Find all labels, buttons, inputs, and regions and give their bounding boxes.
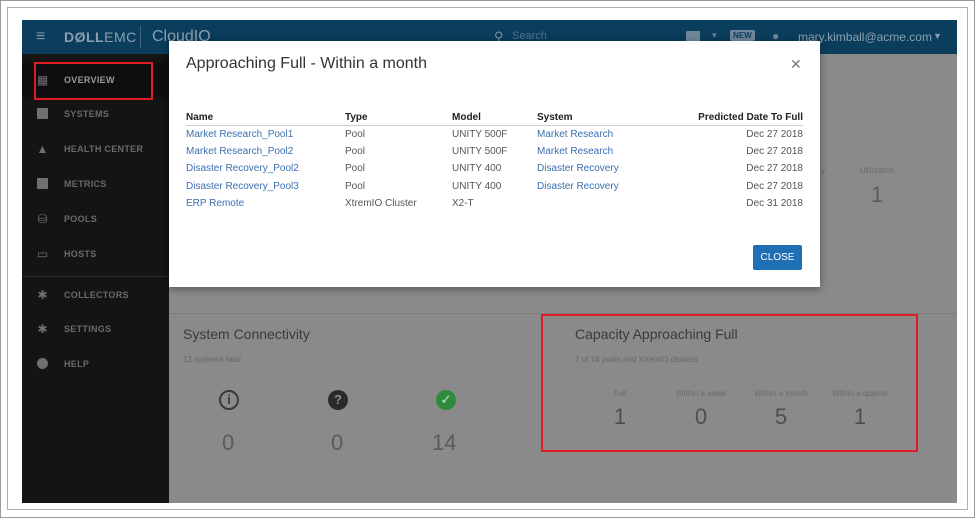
sidebar-item-hosts[interactable]: ▭ HOSTS [22,237,169,271]
sidebar-item-label: SETTINGS [64,324,112,334]
predicted-date-cell: Dec 27 2018 [746,163,803,175]
table-row: Market Research_Pool2 Pool UNITY 500F Ma… [186,143,803,161]
overview-highlight-box [34,62,153,100]
sidebar-item-label: COLLECTORS [64,290,129,300]
predicted-date-cell: Dec 27 2018 [746,128,803,140]
system-link[interactable]: Market Research [537,143,677,161]
modal-title: Approaching Full - Within a month [186,55,427,72]
approaching-full-modal: Approaching Full - Within a month ✕ Name… [169,41,820,287]
systems-icon [36,108,49,121]
sidebar-item-systems[interactable]: SYSTEMS [22,97,169,131]
chart-icon [36,178,49,191]
help-icon [36,358,49,371]
column-header-system[interactable]: System [537,111,677,126]
sidebar-item-label: HELP [64,359,90,369]
close-button[interactable]: CLOSE [753,245,802,270]
gear-icon: ✱ [37,322,48,336]
utilization-label: Utilization [860,166,895,175]
sidebar-item-metrics[interactable]: METRICS [22,167,169,201]
column-header-name[interactable]: Name [186,111,345,126]
brand-logo: DØLLEMC [64,29,137,45]
table-row: ERP Remote XtremIO Cluster X2-T Dec 31 2… [186,195,803,213]
bell-icon: ▲ [36,142,49,156]
model-cell: UNITY 500F [452,128,508,140]
sidebar-item-pools[interactable]: ⛁ POOLS [22,202,169,236]
system-link[interactable]: Disaster Recovery [537,178,677,196]
type-cell: Pool [345,128,366,140]
pool-name-link[interactable]: Market Research_Pool1 [186,125,345,143]
type-cell: Pool [345,163,366,175]
connectivity-value: 0 [331,430,344,455]
connectivity-title: System Connectivity [183,326,310,342]
sidebar-item-health-center[interactable]: ▲ HEALTH CENTER [22,132,169,166]
hamburger-menu-icon[interactable]: ≡ [36,29,45,45]
sidebar-item-label: HOSTS [64,249,97,259]
sidebar-item-label: POOLS [64,214,98,224]
column-header-type[interactable]: Type [345,111,452,126]
sidebar-item-label: HEALTH CENTER [64,144,144,154]
pool-name-link[interactable]: Disaster Recovery_Pool3 [186,178,345,196]
pool-name-link[interactable]: ERP Remote [186,195,345,213]
type-cell: Pool [345,145,366,157]
system-link[interactable]: Market Research [537,125,677,143]
connectivity-value: 14 [432,430,457,455]
pool-name-link[interactable]: Disaster Recovery_Pool2 [186,160,345,178]
info-icon[interactable]: i [219,390,239,410]
model-cell: X2-T [452,198,474,210]
utilization-value: 1 [871,182,884,207]
model-cell: UNITY 500F [452,145,508,157]
sidebar-item-collectors[interactable]: ✱ COLLECTORS [22,278,169,312]
column-header-model[interactable]: Model [452,111,537,126]
capacity-highlight-box [541,314,918,452]
model-cell: UNITY 400 [452,163,502,175]
user-menu-chevron-icon[interactable]: ▼ [933,31,942,41]
type-cell: XtremIO Cluster [345,198,417,210]
system-link[interactable]: Disaster Recovery [537,160,677,178]
sidebar-divider [22,276,169,277]
close-icon[interactable]: ✕ [790,56,802,73]
connectivity-subtitle: 12 systems total [183,355,241,364]
sidebar-item-label: METRICS [64,179,107,189]
sidebar-item-label: SYSTEMS [64,109,110,119]
connectivity-value: 0 [222,430,235,455]
pool-name-link[interactable]: Market Research_Pool2 [186,143,345,161]
predicted-date-cell: Dec 27 2018 [746,145,803,157]
table-header-row: Name Type Model System Predicted Date To… [186,111,803,126]
sidebar-item-settings[interactable]: ✱ SETTINGS [22,312,169,346]
database-icon: ⛁ [37,212,48,226]
sidebar-item-help[interactable]: HELP [22,347,169,381]
column-header-predicted-date[interactable]: Predicted Date To Full [677,111,803,126]
new-badge[interactable]: NEW [730,30,755,41]
system-link [537,195,677,213]
sidebar: ▦ OVERVIEW SYSTEMS ▲ HEALTH CENTER METRI… [22,54,169,503]
unknown-status-icon[interactable]: ? [328,390,348,410]
table-row: Market Research_Pool1 Pool UNITY 500F Ma… [186,125,803,143]
table-row: Disaster Recovery_Pool2 Pool UNITY 400 D… [186,160,803,178]
table-row: Disaster Recovery_Pool3 Pool UNITY 400 D… [186,178,803,196]
predicted-date-cell: Dec 27 2018 [746,180,803,192]
chevron-down-icon[interactable]: ▾ [712,30,717,41]
type-cell: Pool [345,180,366,192]
model-cell: UNITY 400 [452,180,502,192]
predicted-date-cell: Dec 31 2018 [746,198,803,210]
brand-divider [140,26,141,48]
monitor-icon: ▭ [36,247,49,261]
approaching-full-table: Name Type Model System Predicted Date To… [186,111,803,213]
gear-icon: ✱ [37,288,48,302]
check-icon[interactable]: ✓ [436,390,456,410]
